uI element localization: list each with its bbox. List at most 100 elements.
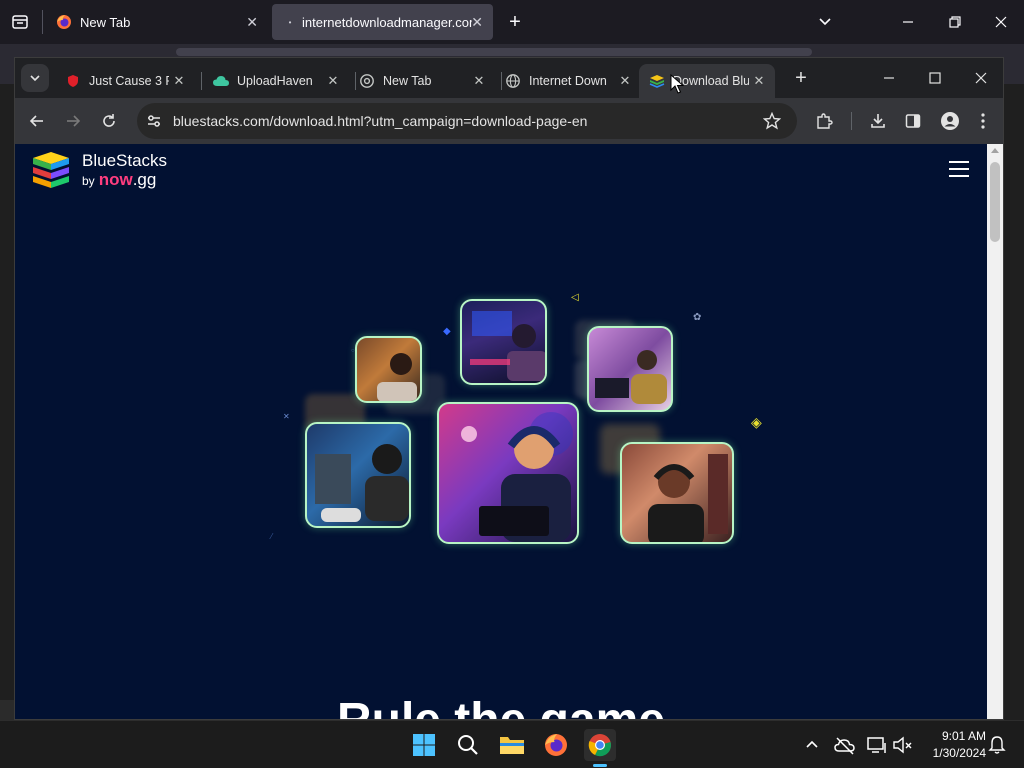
chrome-taskbar-icon[interactable] bbox=[584, 729, 616, 761]
gamer-photo-bearded-pink bbox=[587, 326, 673, 412]
close-window-icon[interactable] bbox=[971, 68, 991, 88]
divider bbox=[851, 112, 852, 130]
reload-icon[interactable] bbox=[91, 98, 127, 144]
firefox-tab-idm[interactable]: • internetdownloadmanager.com ✕ bbox=[272, 4, 493, 40]
bluestacks-stack-icon bbox=[33, 152, 69, 188]
cloud-icon bbox=[213, 73, 229, 89]
scrollbar-thumb[interactable] bbox=[990, 162, 1000, 242]
tab-label: Just Cause 3 F bbox=[89, 74, 169, 88]
bluestacks-favicon-icon bbox=[649, 73, 665, 89]
close-icon[interactable]: ✕ bbox=[246, 14, 258, 31]
brand-partner: by now.gg bbox=[82, 170, 156, 190]
brand-gg: .gg bbox=[132, 170, 157, 189]
minimize-icon[interactable] bbox=[898, 12, 918, 32]
onedrive-offline-icon[interactable] bbox=[834, 735, 856, 755]
divider bbox=[201, 72, 202, 90]
firefox-url-bar[interactable] bbox=[176, 48, 812, 56]
firefox-tab-new-tab[interactable]: New Tab ✕ bbox=[46, 4, 268, 40]
chrome-tab-internet-download[interactable]: Internet Down ✕ bbox=[495, 64, 641, 98]
forward-arrow-icon[interactable] bbox=[55, 98, 91, 144]
address-bar[interactable]: bluestacks.com/download.html?utm_campaig… bbox=[137, 103, 797, 139]
mouse-cursor-icon bbox=[670, 73, 685, 94]
hero-headline: Rule the game bbox=[15, 693, 987, 719]
gamer-photo-headset-orange bbox=[355, 336, 422, 403]
hero-collage: ◁ ✿ ◈ ◆ ✕ ⁄ ○ bbox=[245, 284, 765, 544]
close-icon[interactable]: ✕ bbox=[323, 73, 343, 89]
gamer-photo-glasses bbox=[620, 442, 734, 544]
sparkle-icon: ◆ bbox=[443, 326, 451, 337]
tab-label: UploadHaven bbox=[237, 74, 313, 88]
minimize-icon[interactable] bbox=[879, 68, 899, 88]
shield-red-icon bbox=[65, 73, 81, 89]
close-icon[interactable]: ✕ bbox=[615, 73, 635, 89]
more-menu-icon[interactable] bbox=[965, 98, 1001, 144]
chrome-tab-uploadhaven[interactable]: UploadHaven ✕ bbox=[203, 64, 349, 98]
restore-icon[interactable] bbox=[945, 12, 965, 32]
brand-name: BlueStacks bbox=[82, 151, 168, 170]
firefox-view-icon[interactable] bbox=[10, 12, 30, 32]
hamburger-menu-icon[interactable] bbox=[947, 158, 971, 180]
globe-icon bbox=[505, 73, 521, 89]
chevron-down-icon bbox=[30, 75, 40, 82]
tab-label: internetdownloadmanager.com bbox=[302, 14, 472, 30]
gamer-photo-neon-headset bbox=[437, 402, 579, 544]
windows-taskbar: 9:01 AM 1/30/2024 bbox=[0, 720, 1024, 768]
sparkle-icon: ⁄ bbox=[271, 532, 273, 541]
firefox-tab-bar: New Tab ✕ • internetdownloadmanager.com … bbox=[0, 0, 1024, 44]
chrome-tab-download-bluestacks[interactable]: Download Blu ✕ bbox=[639, 64, 775, 98]
close-icon[interactable]: ✕ bbox=[749, 73, 769, 89]
vertical-scrollbar[interactable] bbox=[987, 144, 1003, 719]
chevron-down-icon[interactable] bbox=[815, 12, 835, 32]
bluestacks-logo[interactable]: BlueStacks by now.gg bbox=[29, 150, 179, 190]
chrome-tab-new-tab[interactable]: New Tab ✕ bbox=[349, 64, 495, 98]
search-icon[interactable] bbox=[452, 729, 484, 761]
globe-dot-icon: • bbox=[288, 17, 292, 27]
firefox-taskbar-icon[interactable] bbox=[540, 729, 572, 761]
close-icon[interactable]: ✕ bbox=[469, 73, 489, 89]
sparkle-icon: ✕ bbox=[283, 412, 290, 421]
new-tab-plus-icon[interactable]: + bbox=[504, 10, 526, 34]
sparkle-icon: ○ bbox=[351, 348, 355, 354]
close-icon[interactable]: ✕ bbox=[169, 73, 189, 89]
gamer-photo-blue-room bbox=[460, 299, 547, 385]
side-panel-icon[interactable] bbox=[895, 98, 931, 144]
active-app-indicator bbox=[593, 764, 607, 767]
chrome-toolbar: bluestacks.com/download.html?utm_campaig… bbox=[15, 98, 1003, 144]
download-icon[interactable] bbox=[860, 98, 896, 144]
profile-avatar-icon[interactable] bbox=[932, 98, 968, 144]
clock-time[interactable]: 9:01 AM bbox=[920, 729, 986, 743]
maximize-icon[interactable] bbox=[925, 68, 945, 88]
tab-label: New Tab bbox=[80, 14, 131, 30]
extensions-puzzle-icon[interactable] bbox=[806, 98, 842, 144]
bookmark-star-icon[interactable] bbox=[762, 111, 782, 130]
chevron-up-icon[interactable] bbox=[804, 737, 820, 753]
clock-date[interactable]: 1/30/2024 bbox=[920, 746, 986, 760]
triangle-sparkle-icon: ◈ bbox=[751, 414, 762, 430]
brand-by: by bbox=[82, 174, 95, 188]
notification-bell-icon[interactable] bbox=[988, 735, 1006, 755]
volume-muted-icon[interactable] bbox=[892, 735, 914, 755]
file-explorer-icon[interactable] bbox=[496, 729, 528, 761]
brand-now: now bbox=[98, 170, 133, 189]
tab-label: Download Blu bbox=[673, 74, 749, 88]
back-arrow-icon[interactable] bbox=[19, 98, 55, 144]
page-content: BlueStacks by now.gg ◁ ✿ ◈ ◆ ✕ ⁄ ○ bbox=[15, 144, 987, 719]
url-text[interactable]: bluestacks.com/download.html?utm_campaig… bbox=[173, 113, 587, 129]
new-tab-plus-icon[interactable]: + bbox=[789, 66, 813, 90]
chrome-tab-just-cause[interactable]: Just Cause 3 F ✕ bbox=[55, 64, 195, 98]
close-window-icon[interactable] bbox=[991, 12, 1011, 32]
scroll-up-arrow-icon[interactable] bbox=[991, 148, 999, 153]
tab-search-button[interactable] bbox=[21, 64, 49, 92]
sparkle-icon: ✿ bbox=[693, 312, 702, 323]
chrome-window: Just Cause 3 F ✕ UploadHaven ✕ New Tab ✕… bbox=[14, 57, 1004, 720]
site-info-icon[interactable] bbox=[145, 112, 163, 130]
background-window-fragment bbox=[0, 700, 14, 720]
triangle-sparkle-icon: ◁ bbox=[571, 292, 579, 303]
chrome-tab-strip: Just Cause 3 F ✕ UploadHaven ✕ New Tab ✕… bbox=[15, 58, 1003, 98]
windows-start-icon[interactable] bbox=[408, 729, 440, 761]
firefox-icon bbox=[56, 14, 72, 30]
tab-label: New Tab bbox=[383, 74, 432, 88]
chrome-icon bbox=[359, 73, 375, 89]
network-icon[interactable] bbox=[866, 735, 888, 755]
close-icon[interactable]: ✕ bbox=[471, 14, 483, 31]
